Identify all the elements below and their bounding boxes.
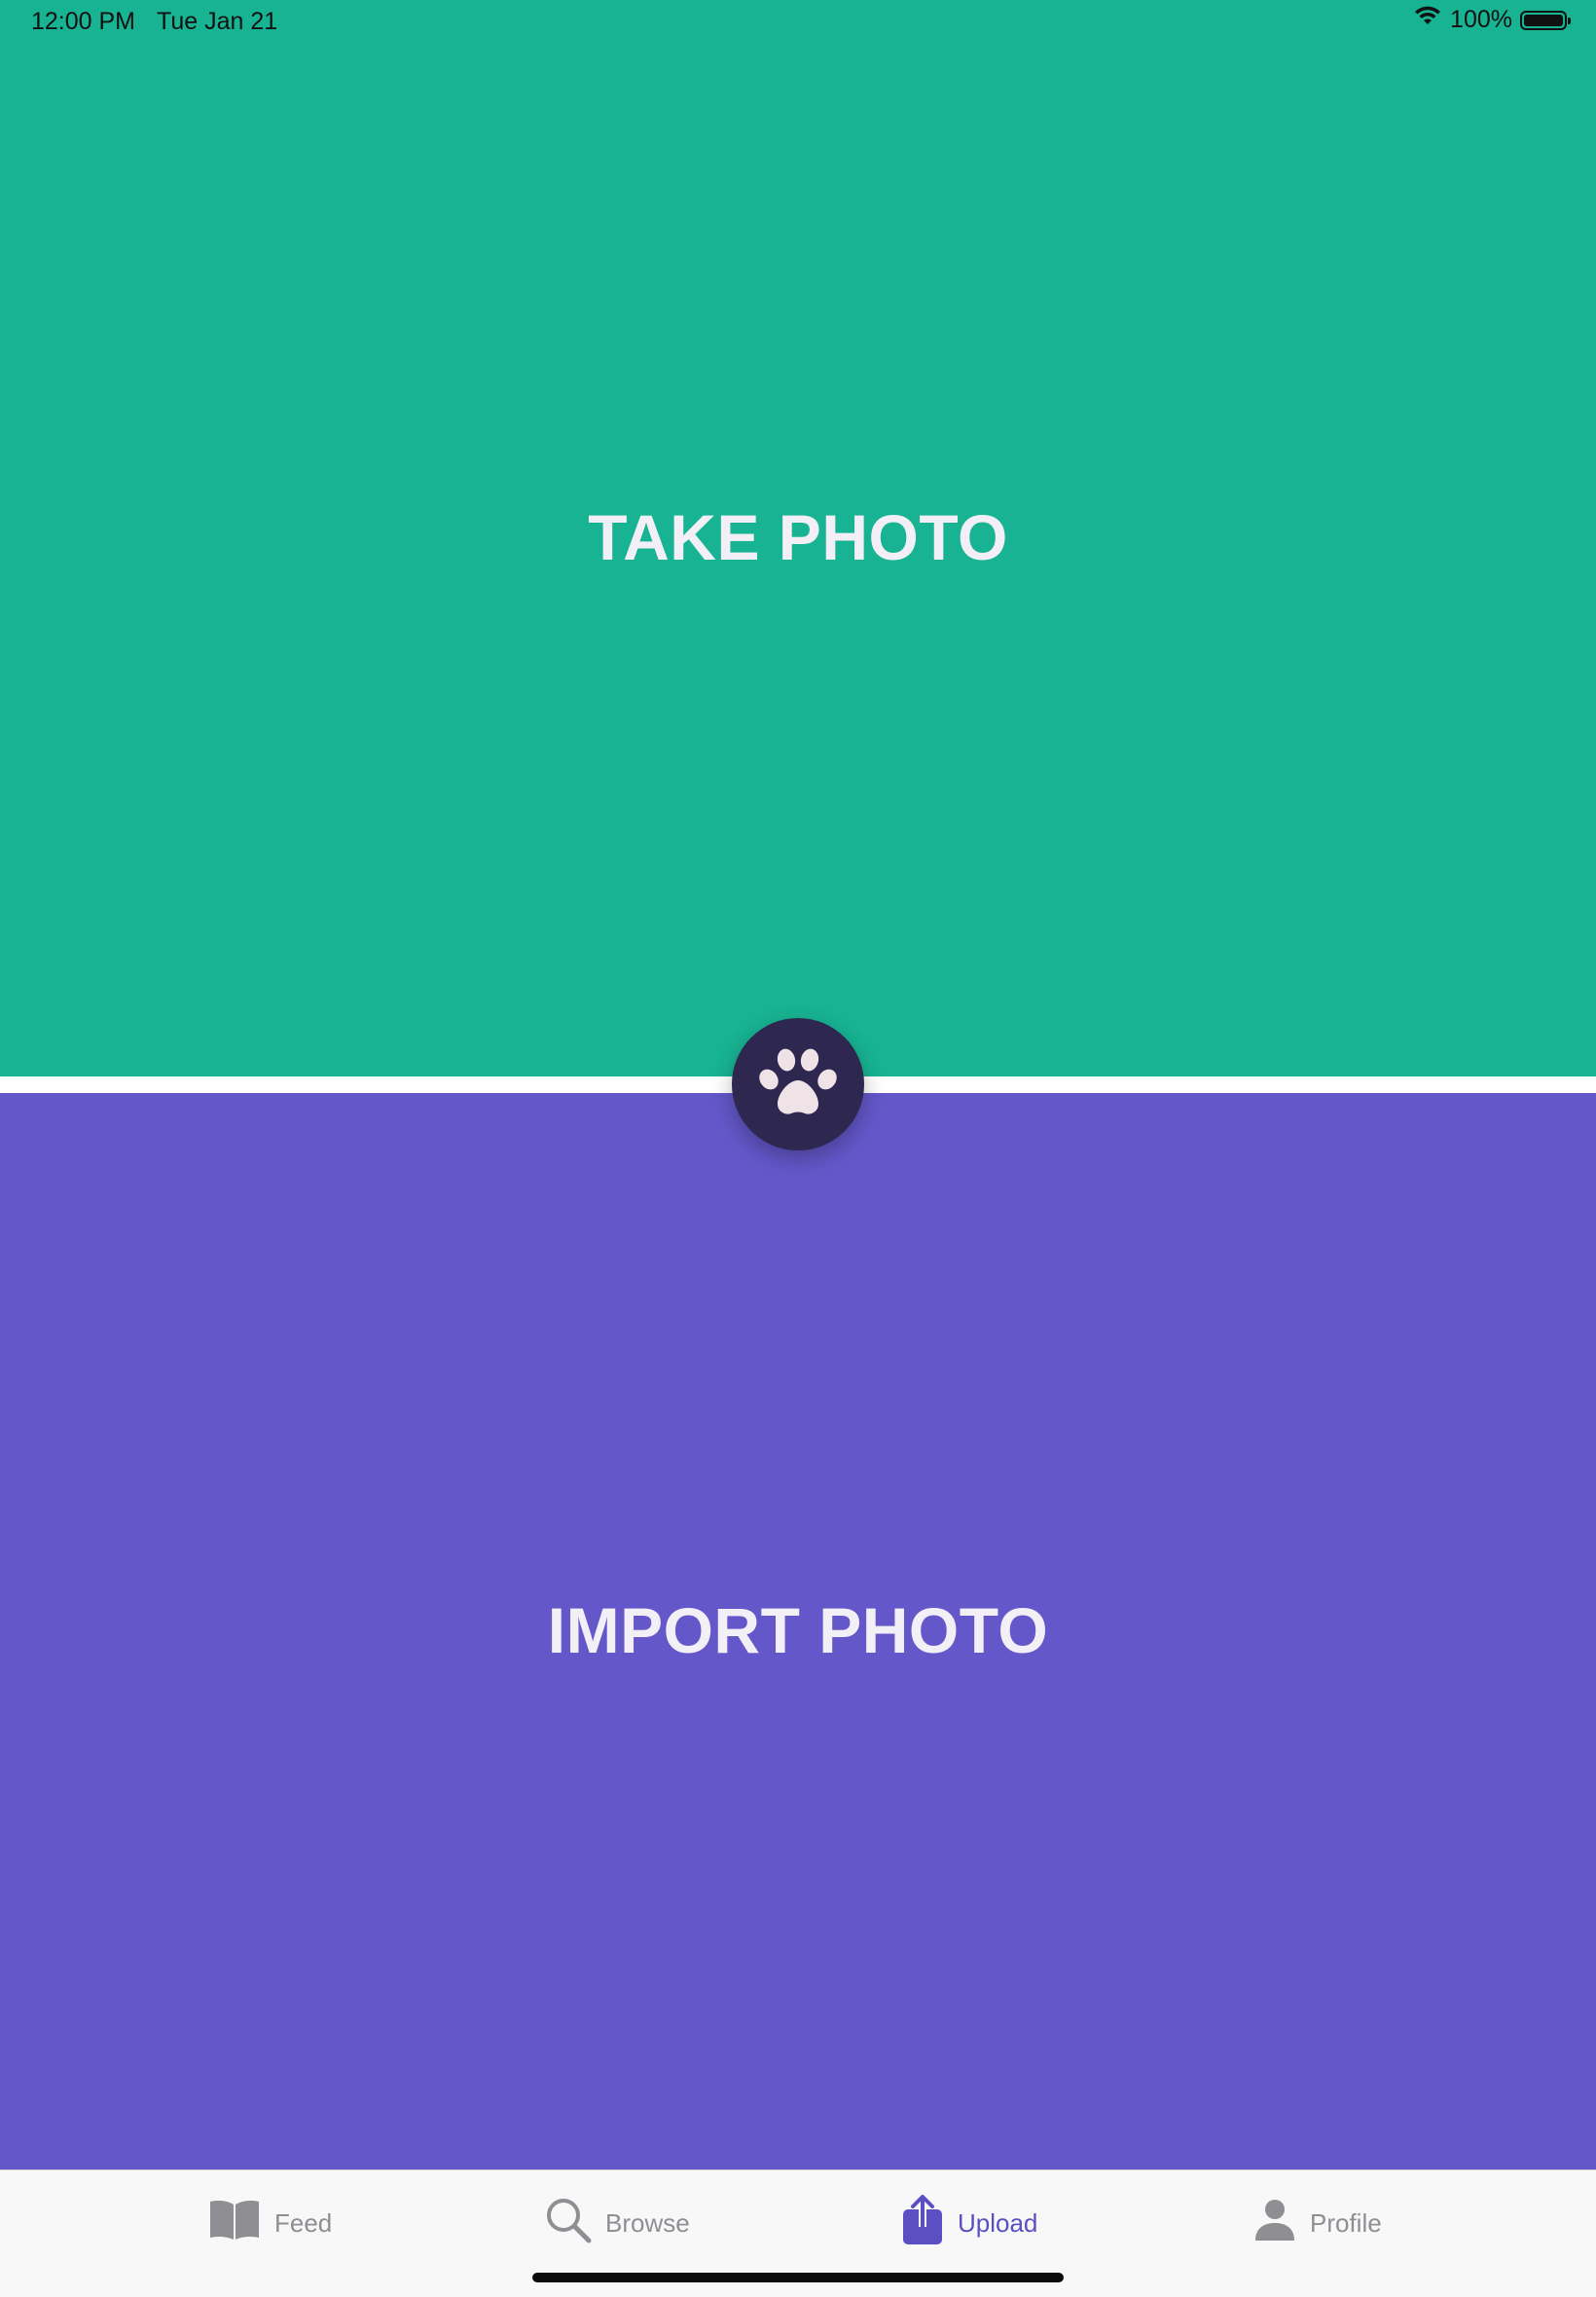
battery-icon [1520,10,1571,30]
import-photo-button[interactable]: IMPORT PHOTO [0,1093,1596,2169]
tab-profile-label: Profile [1310,2207,1382,2238]
person-icon [1253,2198,1296,2249]
take-photo-button[interactable]: TAKE PHOTO [0,0,1596,1076]
tab-upload[interactable]: Upload [901,2194,1038,2253]
search-icon [545,2197,592,2250]
tab-browse-label: Browse [605,2207,690,2238]
battery-percent: 100% [1450,6,1512,33]
tab-upload-label: Upload [958,2207,1038,2238]
take-photo-label: TAKE PHOTO [588,501,1008,573]
tab-feed-label: Feed [274,2207,333,2238]
home-indicator[interactable] [532,2273,1064,2282]
wifi-icon [1413,6,1442,34]
tab-bar: Feed Browse Upload Profile [0,2169,1596,2297]
status-indicators: 100% [1413,6,1571,34]
import-photo-label: IMPORT PHOTO [547,1594,1049,1666]
status-time: 12:00 PM [31,8,136,35]
paw-icon [759,1047,837,1122]
share-icon [901,2194,944,2253]
tab-browse[interactable]: Browse [545,2196,690,2250]
upload-screen: 12:00 PM Tue Jan 21 100% TAKE PHOTO IMPO… [0,0,1596,2297]
status-date: Tue Jan 21 [157,8,278,35]
paw-badge[interactable] [732,1018,864,1150]
tab-profile[interactable]: Profile [1253,2196,1382,2250]
book-icon [208,2199,261,2248]
status-bar: 12:00 PM Tue Jan 21 100% [0,0,1596,47]
tab-feed[interactable]: Feed [208,2196,332,2250]
